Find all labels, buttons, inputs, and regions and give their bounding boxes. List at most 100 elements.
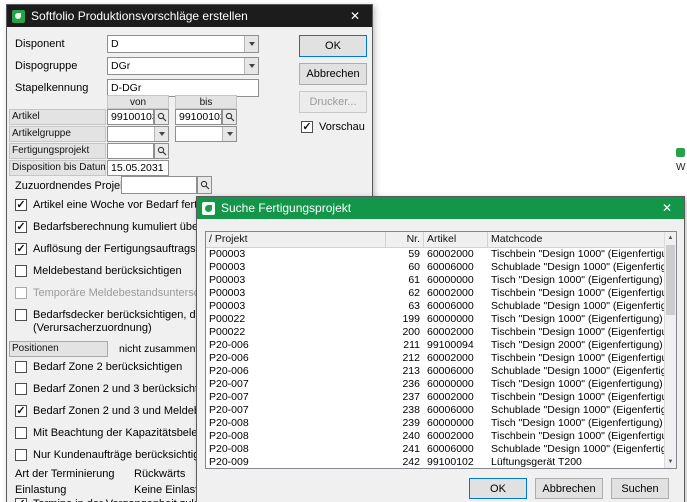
column-header-nr[interactable]: Nr. (386, 232, 424, 247)
checkbox-label: Bedarf Zonen 2 und 3 berücksichtigen (33, 383, 219, 396)
cell-matchcode: Tisch "Design 1000" (Eigenfertigung) (488, 417, 676, 430)
table-row[interactable]: P00003 62 60002000 Tischbein "Design 100… (206, 287, 676, 300)
chevron-down-icon[interactable] (244, 58, 258, 74)
cell-artikel: 60002000 (424, 391, 488, 404)
table-row[interactable]: P00003 59 60002000 Tischbein "Design 100… (206, 248, 676, 261)
checkbox[interactable] (15, 427, 27, 439)
cell-nr: 59 (386, 248, 424, 261)
cell-projekt: P20-009 (206, 456, 386, 469)
table-row[interactable]: P20-008 240 60002000 Tischbein "Design 1… (206, 430, 676, 443)
fertigungsprojekt-field[interactable] (107, 143, 154, 159)
chevron-down-icon[interactable] (222, 127, 236, 141)
cell-matchcode: Tisch "Design 1000" (Eigenfertigung) 1 S (488, 378, 676, 391)
checkbox[interactable] (15, 405, 27, 417)
search-button[interactable]: Suchen (611, 478, 669, 499)
table-row[interactable]: P20-006 213 60006000 Schublade "Design 1… (206, 365, 676, 378)
artikelgruppe-bis-combo[interactable] (175, 126, 237, 142)
terminierung-label: Art der Terminierung (15, 467, 114, 481)
search-icon[interactable] (197, 176, 212, 194)
positionen-label[interactable]: Positionen (9, 341, 108, 357)
ok-button[interactable]: OK (299, 35, 367, 57)
scroll-down-icon[interactable]: ▼ (665, 456, 676, 468)
cell-projekt: P00003 (206, 261, 386, 274)
cell-projekt: P20-007 (206, 391, 386, 404)
table-row[interactable]: P00022 200 60002000 Tischbein "Design 10… (206, 326, 676, 339)
cell-nr: 240 (386, 430, 424, 443)
fertigungsprojekt-label: Fertigungsprojekt (9, 143, 106, 159)
disponent-label: Disponent (15, 37, 65, 51)
table-row[interactable]: P00003 61 60000000 Tisch "Design 1000" (… (206, 274, 676, 287)
disponent-combo[interactable]: D (107, 35, 259, 53)
table-row[interactable]: P20-008 239 60000000 Tisch "Design 1000"… (206, 417, 676, 430)
cell-projekt: P00003 (206, 300, 386, 313)
dispogruppe-combo[interactable]: DGr (107, 57, 259, 75)
column-header-artikel[interactable]: Artikel (424, 232, 488, 247)
artikel-bis-field[interactable]: 99100103 (175, 109, 222, 125)
main-dialog-titlebar[interactable]: Softfolio Produktionsvorschläge erstelle… (7, 5, 372, 27)
cell-artikel: 60002000 (424, 352, 488, 365)
checkbox[interactable] (15, 449, 27, 461)
checkbox[interactable] (15, 199, 27, 211)
cell-nr: 242 (386, 456, 424, 469)
checkbox[interactable] (15, 361, 27, 373)
close-icon[interactable]: ✕ (338, 5, 372, 27)
cell-matchcode: Schublade "Design 1000" (Eigenfertigung) (488, 300, 676, 313)
cell-nr: 236 (386, 378, 424, 391)
table-row[interactable]: P20-008 241 60006000 Schublade "Design 1… (206, 443, 676, 456)
sort-indicator-icon: / (209, 233, 212, 245)
table-row[interactable]: P00003 60 60006000 Schublade "Design 100… (206, 261, 676, 274)
cell-nr: 213 (386, 365, 424, 378)
search-icon[interactable] (154, 109, 169, 125)
search-dialog-title: Suche Fertigungsprojekt (221, 201, 351, 215)
table-body: P00003 59 60002000 Tischbein "Design 100… (206, 248, 676, 469)
artikel-von-field[interactable]: 99100103 (107, 109, 154, 125)
checkbox[interactable] (15, 309, 27, 321)
column-header-matchcode[interactable]: Matchcode (488, 232, 676, 247)
table-row[interactable]: P00022 199 60000000 Tisch "Design 1000" … (206, 313, 676, 326)
chevron-down-icon[interactable] (244, 36, 258, 52)
search-icon[interactable] (154, 143, 169, 159)
main-dialog-title: Softfolio Produktionsvorschläge erstelle… (31, 9, 248, 23)
checkbox[interactable] (15, 265, 27, 277)
stapelkennung-label: Stapelkennung (15, 81, 88, 95)
checkbox[interactable] (15, 498, 27, 502)
artikelgruppe-von-combo[interactable] (107, 126, 169, 142)
table-row[interactable]: P20-007 237 60002000 Tischbein "Design 1… (206, 391, 676, 404)
checkbox[interactable] (15, 383, 27, 395)
cell-matchcode: Tisch "Design 1000" (Eigenfertigung) 1 S… (488, 274, 676, 287)
cell-matchcode: Tischbein "Design 1000" (Eigenfertigung) (488, 352, 676, 365)
column-header-projekt[interactable]: / Projekt (206, 232, 386, 247)
scroll-up-icon[interactable]: ▲ (665, 232, 676, 244)
disponent-value: D (111, 37, 244, 52)
cell-matchcode: Schublade "Design 1000" (Eigenfertigung) (488, 365, 676, 378)
table-row[interactable]: P20-007 236 60000000 Tisch "Design 1000"… (206, 378, 676, 391)
checkbox[interactable] (15, 221, 27, 233)
checkbox[interactable] (15, 243, 27, 255)
checkbox-row[interactable]: Termine in der Vergangenheit zulassen (15, 498, 223, 502)
cell-nr: 60 (386, 261, 424, 274)
cell-artikel: 99100094 (424, 339, 488, 352)
terminierung-value[interactable]: Rückwärts (134, 467, 185, 481)
chevron-down-icon[interactable] (154, 127, 168, 141)
cancel-button[interactable]: Abbrechen (299, 63, 367, 85)
table-row[interactable]: P20-009 242 99100102 Lüftungsgerät T200 (206, 456, 676, 469)
ok-button[interactable]: OK (469, 478, 527, 499)
table-row[interactable]: P20-006 211 99100094 Tisch "Design 2000"… (206, 339, 676, 352)
checkbox[interactable] (301, 121, 313, 133)
cancel-button[interactable]: Abbrechen (535, 478, 603, 499)
search-dialog-titlebar[interactable]: Suche Fertigungsprojekt ✕ (197, 197, 684, 219)
vorschau-checkbox-row[interactable]: Vorschau (301, 121, 365, 134)
zuzuordnendes-projekt-field[interactable] (121, 176, 197, 194)
cell-projekt: P20-008 (206, 417, 386, 430)
table-row[interactable]: P20-007 238 60006000 Schublade "Design 1… (206, 404, 676, 417)
table-row[interactable]: P00003 63 60006000 Schublade "Design 100… (206, 300, 676, 313)
close-icon[interactable]: ✕ (650, 197, 684, 219)
checkbox[interactable] (15, 287, 27, 299)
table-row[interactable]: P20-006 212 60002000 Tischbein "Design 1… (206, 352, 676, 365)
search-icon[interactable] (222, 109, 237, 125)
printer-button[interactable]: Drucker... (299, 91, 367, 113)
vertical-scrollbar[interactable]: ▲ ▼ (664, 232, 676, 468)
cell-nr: 211 (386, 339, 424, 352)
disposition-date-field[interactable]: 15.05.2031 (107, 160, 169, 176)
scrollbar-thumb[interactable] (666, 245, 675, 315)
